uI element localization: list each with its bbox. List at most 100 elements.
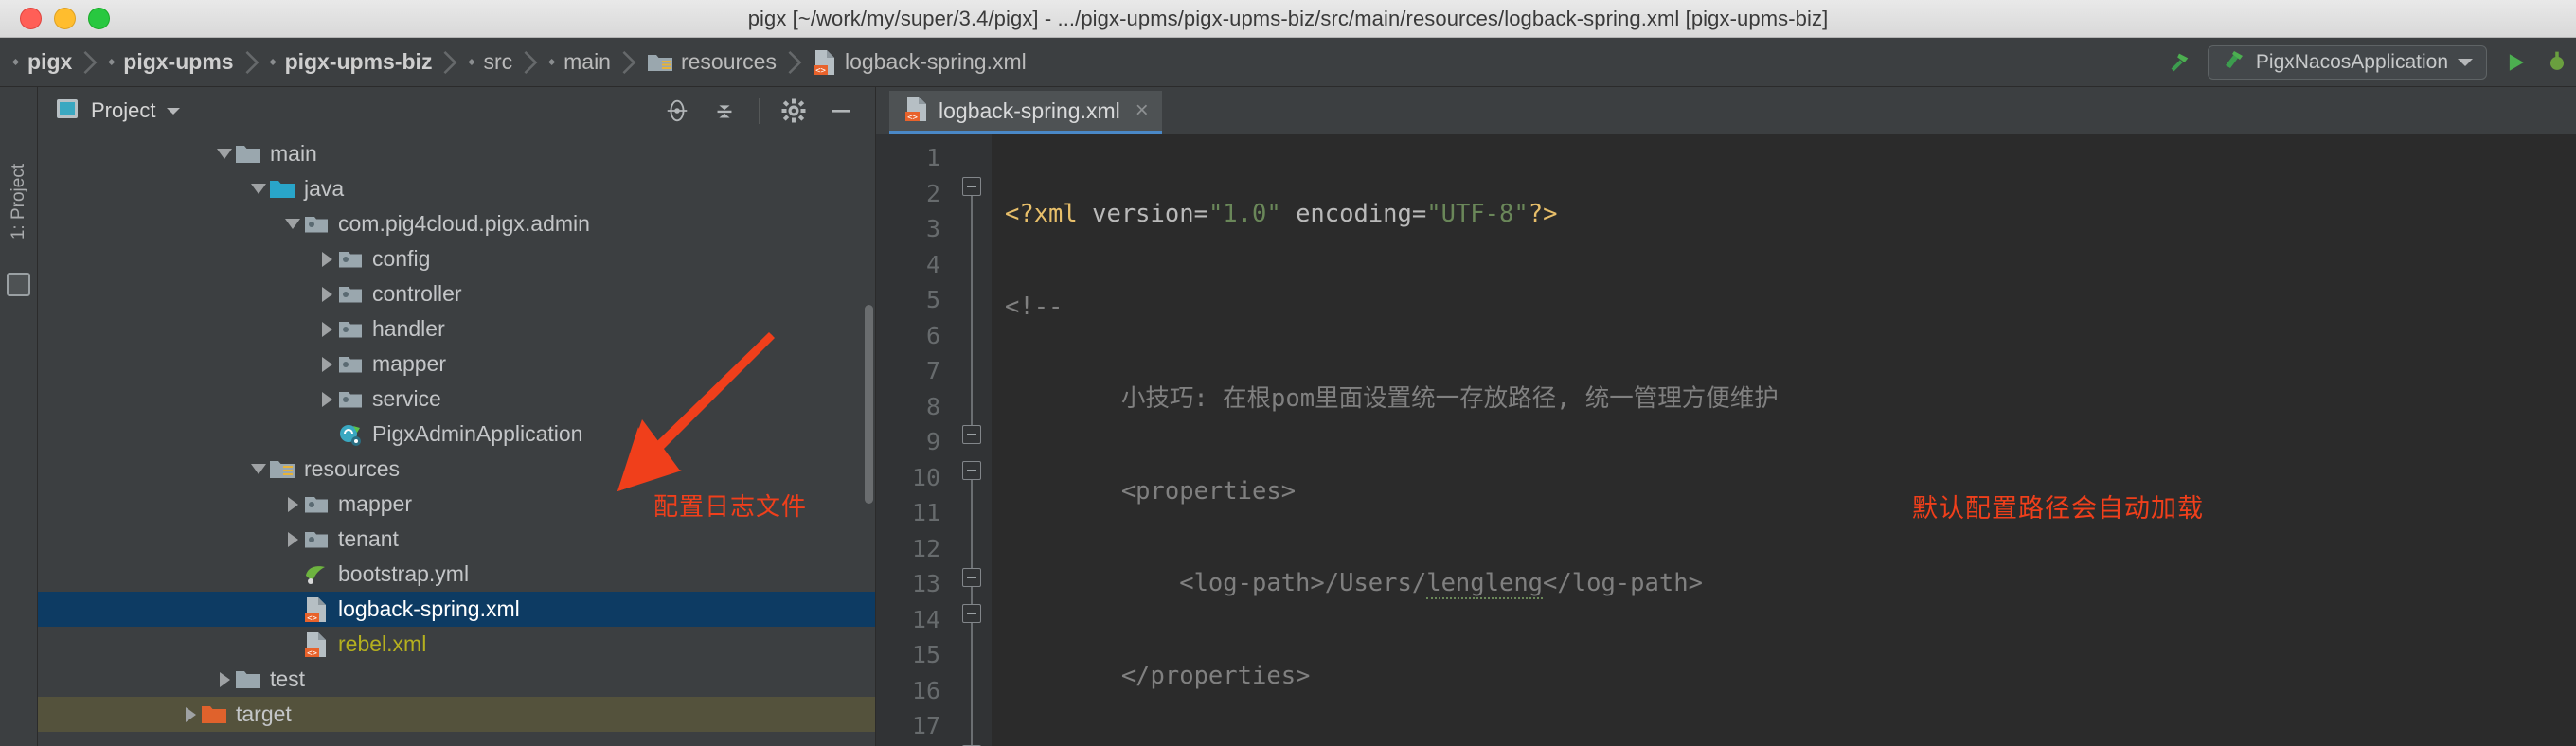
fold-toggle-property[interactable]	[962, 568, 981, 587]
tree-node-label: PigxAdminApplication	[372, 421, 583, 446]
collapse-arrow-icon[interactable]	[214, 669, 235, 690]
tree-node-controller[interactable]: controller	[38, 276, 875, 311]
breadcrumb-label: pigx-upms	[123, 49, 234, 74]
tree-node-label: logback-spring.xml	[338, 596, 520, 621]
tree-node-bootstrap-yml[interactable]: bootstrap.yml	[38, 557, 875, 592]
breadcrumb-item-pigx-upms-biz[interactable]: pigx-upms-biz	[267, 46, 436, 79]
breadcrumb-item-src[interactable]: src	[465, 46, 515, 79]
fold-end-property[interactable]	[962, 604, 981, 623]
breadcrumb-item-logback-spring-xml[interactable]: <> logback-spring.xml	[810, 46, 1029, 79]
hammer-icon[interactable]	[2166, 49, 2192, 76]
navigation-bar: pigx pigx-upms pigx-upms-biz src main re…	[0, 38, 2576, 87]
line-number: 8	[925, 392, 940, 420]
breadcrumb-item-resources[interactable]: resources	[644, 46, 779, 79]
line-number: 6	[925, 321, 940, 349]
breadcrumb-label: src	[483, 49, 513, 74]
tree-node-test[interactable]: test	[38, 662, 875, 697]
collapse-arrow-icon[interactable]	[316, 319, 337, 340]
locate-icon[interactable]	[664, 98, 690, 124]
collapse-arrow-icon[interactable]	[180, 704, 201, 725]
tree-node-resources[interactable]: resources	[38, 452, 875, 487]
expand-arrow-icon[interactable]	[248, 459, 269, 480]
collapse-all-icon[interactable]	[711, 98, 738, 124]
debug-icon[interactable]	[2544, 49, 2570, 76]
tree-node-package-root[interactable]: com.pig4cloud.pigx.admin	[38, 206, 875, 241]
breadcrumb-item-main[interactable]: main	[546, 46, 614, 79]
package-icon	[337, 386, 364, 413]
chevron-down-icon	[2458, 58, 2473, 66]
run-configuration-selector[interactable]: PigxNacosApplication	[2207, 44, 2487, 80]
xml-file-icon: <>	[813, 49, 837, 76]
run-icon[interactable]	[2502, 49, 2529, 76]
tree-node-config[interactable]: config	[38, 241, 875, 276]
chevron-right-icon	[245, 50, 259, 74]
close-icon[interactable]: ×	[1136, 98, 1149, 124]
target-folder-icon	[201, 702, 227, 728]
breadcrumb-item-pigx[interactable]: pigx	[9, 46, 75, 79]
fold-toggle-configuration[interactable]	[962, 461, 981, 480]
code-editor[interactable]: 1 2 3 4 5 6 7 8 9 10 11 12 13 14 15 16 1…	[876, 134, 2576, 746]
expand-arrow-icon[interactable]	[214, 144, 235, 165]
code-line-1: <?xml version="1.0" encoding="UTF-8"?>	[1005, 200, 1558, 228]
svg-text:<>: <>	[307, 648, 317, 658]
tree-node-logback-spring-xml[interactable]: <> logback-spring.xml	[38, 592, 875, 627]
line-number: 1	[925, 144, 940, 171]
tab-logback-spring-xml[interactable]: <> logback-spring.xml ×	[889, 91, 1162, 134]
line-number: 11	[911, 499, 940, 526]
tree-node-target[interactable]: target	[38, 697, 875, 732]
line-number: 14	[911, 605, 940, 633]
code-folding-gutter[interactable]	[952, 134, 992, 746]
source-folder-icon	[269, 176, 295, 203]
gear-icon[interactable]	[780, 98, 807, 124]
collapse-arrow-icon[interactable]	[316, 389, 337, 410]
breadcrumb-item-pigx-upms[interactable]: pigx-upms	[105, 46, 236, 79]
line-number: 16	[911, 676, 940, 704]
line-number: 3	[925, 215, 940, 242]
code-content[interactable]: <?xml version="1.0" encoding="UTF-8"?> <…	[992, 134, 2576, 746]
sidebar-item-project[interactable]: 1: Project	[9, 158, 29, 245]
tree-node-label: tenant	[338, 526, 399, 551]
collapse-arrow-icon[interactable]	[316, 284, 337, 305]
expand-arrow-icon[interactable]	[248, 179, 269, 200]
line-number: 4	[925, 250, 940, 278]
collapse-arrow-icon[interactable]	[282, 529, 303, 550]
project-panel-header: Project	[38, 87, 875, 134]
expand-arrow-icon[interactable]	[282, 214, 303, 235]
hide-panel-icon[interactable]	[828, 98, 854, 124]
tree-node-label: mapper	[338, 491, 412, 516]
tree-scrollbar[interactable]	[865, 305, 873, 504]
window-title: pigx [~/work/my/super/3.4/pigx] - .../pi…	[747, 6, 1829, 30]
diamond-icon	[12, 59, 19, 65]
diamond-icon	[108, 59, 116, 65]
fold-toggle-comment[interactable]	[962, 177, 981, 196]
diamond-icon	[269, 59, 277, 65]
tree-node-tenant[interactable]: tenant	[38, 522, 875, 557]
package-icon	[303, 491, 330, 518]
collapse-arrow-icon[interactable]	[316, 249, 337, 270]
line-number: 2	[925, 179, 940, 207]
line-number: 12	[911, 534, 940, 562]
project-tool-icon[interactable]	[7, 273, 30, 296]
project-tree[interactable]: main java com.pig4cloud.pigx.admin confi…	[38, 134, 875, 746]
tree-node-handler[interactable]: handler	[38, 311, 875, 346]
fold-end-comment[interactable]	[962, 425, 981, 444]
tree-node-mapper-java[interactable]: mapper	[38, 346, 875, 382]
tree-node-service[interactable]: service	[38, 382, 875, 417]
tree-node-label: controller	[372, 281, 462, 306]
window-titlebar: pigx [~/work/my/super/3.4/pigx] - .../pi…	[0, 0, 2576, 38]
project-view-icon	[55, 97, 80, 126]
breadcrumb-label: pigx-upms-biz	[284, 49, 433, 74]
tree-node-rebel-xml[interactable]: <> rebel.xml	[38, 627, 875, 662]
project-panel-tools	[664, 98, 864, 124]
tree-node-java[interactable]: java	[38, 171, 875, 206]
chevron-down-icon[interactable]	[167, 107, 181, 115]
collapse-arrow-icon[interactable]	[316, 354, 337, 375]
nacos-icon	[2222, 47, 2246, 77]
collapse-arrow-icon[interactable]	[282, 494, 303, 515]
chevron-right-icon	[443, 50, 457, 74]
tree-node-pigx-admin-application[interactable]: PigxAdminApplication	[38, 417, 875, 452]
main-body: 1: Project Project main java com.pig4clo…	[0, 87, 2576, 746]
tree-node-main[interactable]: main	[38, 136, 875, 171]
tree-node-label: target	[236, 702, 292, 726]
tree-node-label: mapper	[372, 351, 446, 376]
